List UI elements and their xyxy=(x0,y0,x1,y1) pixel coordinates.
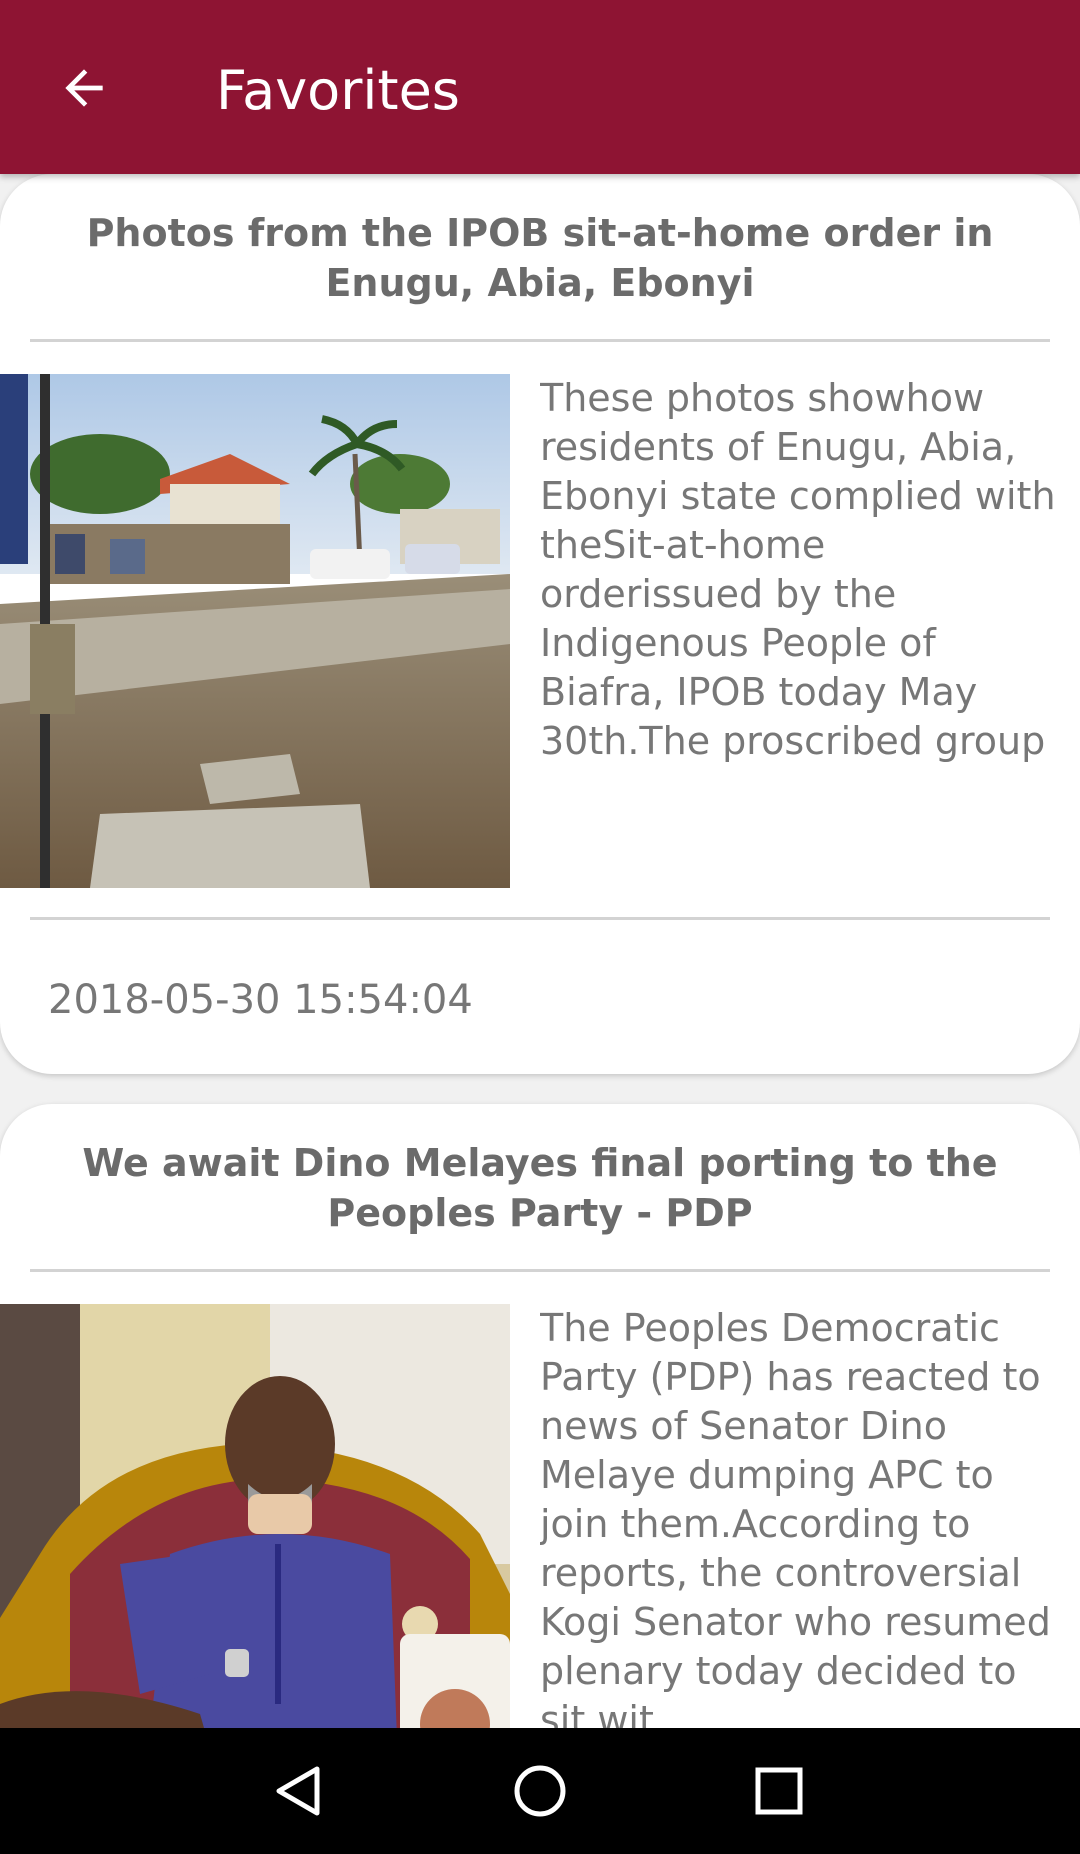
square-recents-icon xyxy=(755,1767,803,1815)
divider xyxy=(30,1269,1050,1272)
article-timestamp: 2018-05-30 15:54:04 xyxy=(48,977,473,1023)
article-thumbnail[interactable] xyxy=(0,374,510,888)
nav-recents-button[interactable] xyxy=(739,1751,819,1831)
divider xyxy=(30,339,1050,342)
street-scene-photo xyxy=(0,374,510,888)
back-button[interactable] xyxy=(44,48,124,128)
favorites-list[interactable]: Photos from the IPOB sit-at-home order i… xyxy=(0,174,1080,1728)
circle-home-icon xyxy=(514,1765,566,1817)
page-title: Favorites xyxy=(216,59,460,122)
article-title: Photos from the IPOB sit-at-home order i… xyxy=(86,211,994,305)
divider xyxy=(30,917,1050,920)
triangle-back-icon xyxy=(276,1766,320,1816)
article-thumbnail[interactable] xyxy=(0,1304,510,1728)
arrow-back-icon xyxy=(65,69,103,107)
nav-back-button[interactable] xyxy=(259,1751,339,1831)
article-summary: These photos showhow residents of Enugu,… xyxy=(540,376,1056,774)
app-bar: Favorites xyxy=(0,0,1080,174)
article-card[interactable]: Photos from the IPOB sit-at-home order i… xyxy=(0,174,1080,1074)
article-title: We await Dino Melayes final porting to t… xyxy=(82,1141,998,1235)
senator-portrait-photo xyxy=(0,1304,510,1728)
article-card[interactable]: We await Dino Melayes final porting to t… xyxy=(0,1104,1080,1728)
nav-home-button[interactable] xyxy=(500,1751,580,1831)
system-nav-bar xyxy=(0,1728,1080,1854)
article-summary: The Peoples Democratic Party (PDP) has r… xyxy=(540,1306,1051,1728)
